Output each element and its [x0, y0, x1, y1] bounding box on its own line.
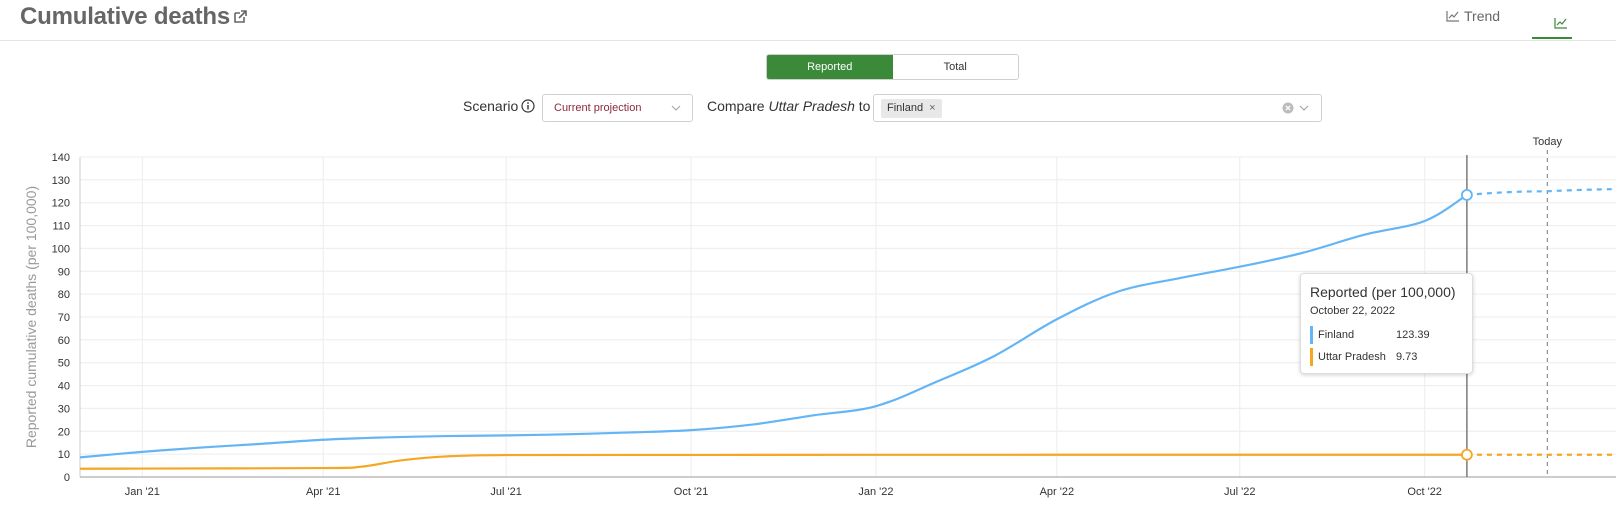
tooltip-date: October 22, 2022 [1310, 305, 1396, 317]
tab-trend[interactable]: Trend [1446, 8, 1500, 24]
y-tick-label: 100 [52, 243, 70, 255]
cumulative-deaths-panel: Cumulative deaths Trend Reported Total S… [0, 0, 1616, 523]
location-chip: Finland × [881, 99, 942, 118]
series-line-uttar-pradesh [79, 453, 1467, 470]
x-tick-label: Oct '21 [674, 486, 709, 498]
chevron-down-icon [1299, 105, 1309, 111]
info-icon[interactable] [521, 99, 535, 113]
reported-button[interactable]: Reported [767, 55, 893, 79]
finland-color-swatch [1310, 326, 1313, 344]
compare-prefix: Compare [707, 98, 765, 114]
tab-trend-label: Trend [1464, 8, 1501, 24]
line-chart-icon [1554, 18, 1567, 29]
y-tick-label: 20 [58, 426, 70, 438]
scenario-label: Scenario [463, 98, 519, 114]
tooltip-row-name: Finland [1318, 329, 1355, 341]
page-title: Cumulative deaths [20, 3, 230, 30]
y-tick-label: 0 [64, 472, 70, 484]
series-projection-finland [1466, 188, 1616, 197]
tooltip-row-name: Uttar Pradesh [1318, 351, 1386, 363]
y-tick-label: 70 [58, 312, 70, 324]
y-tick-label: 110 [52, 221, 70, 233]
external-link-icon[interactable] [233, 10, 247, 24]
reported-total-toggle: Reported Total [766, 54, 1019, 80]
y-tick-label: 40 [58, 381, 70, 393]
x-tick-label: Jul '22 [1224, 486, 1255, 498]
y-tick-label: 120 [52, 198, 70, 210]
tooltip-row-finland: Finland 123.39 [1310, 326, 1463, 344]
series-marker-uttar-pradesh [1461, 448, 1473, 461]
tooltip-row-value: 9.73 [1396, 351, 1418, 363]
compare-location: Uttar Pradesh [768, 98, 855, 114]
compare-select[interactable]: Finland × [873, 94, 1322, 122]
tooltip-title: Reported (per 100,000) [1310, 284, 1456, 300]
x-tick-label: Apr '21 [306, 486, 341, 498]
chevron-down-icon [671, 105, 681, 111]
x-tick-label: Jan '21 [125, 486, 160, 498]
scenario-value: Current projection [554, 102, 642, 114]
y-axis-label: Reported cumulative deaths (per 100,000) [23, 186, 39, 448]
series-marker-finland [1461, 189, 1473, 201]
scenario-select[interactable]: Current projection [542, 94, 693, 122]
x-tick-label: Oct '22 [1407, 486, 1442, 498]
chip-label: Finland [887, 102, 924, 114]
x-tick-label: Jul '21 [490, 486, 521, 498]
uttar-pradesh-color-swatch [1310, 348, 1313, 366]
y-tick-label: 30 [58, 403, 70, 415]
y-tick-label: 80 [58, 289, 70, 301]
tooltip-row-uttar-pradesh: Uttar Pradesh 9.73 [1310, 348, 1463, 366]
y-tick-label: 90 [58, 266, 70, 278]
panel-header: Cumulative deaths Trend [0, 0, 1616, 41]
x-tick-label: Jan '22 [858, 486, 893, 498]
total-button[interactable]: Total [892, 55, 1018, 79]
today-label: Today [1533, 136, 1563, 148]
tab-chart-active[interactable] [1532, 7, 1572, 39]
tooltip-row-value: 123.39 [1396, 329, 1430, 341]
y-tick-label: 140 [52, 152, 70, 164]
y-tick-label: 60 [58, 335, 70, 347]
line-chart-icon [1446, 11, 1459, 22]
y-tick-label: 10 [58, 449, 70, 461]
clear-icon[interactable] [1282, 102, 1294, 114]
compare-suffix: to [858, 98, 871, 114]
remove-chip-icon[interactable]: × [929, 102, 935, 115]
compare-label: Compare Uttar Pradesh to [707, 98, 870, 114]
y-tick-label: 130 [52, 175, 70, 187]
chart-tooltip: Reported (per 100,000) October 22, 2022 … [1300, 273, 1473, 374]
series-line-finland [79, 194, 1468, 459]
y-tick-label: 50 [58, 358, 70, 370]
x-tick-label: Apr '22 [1040, 486, 1075, 498]
